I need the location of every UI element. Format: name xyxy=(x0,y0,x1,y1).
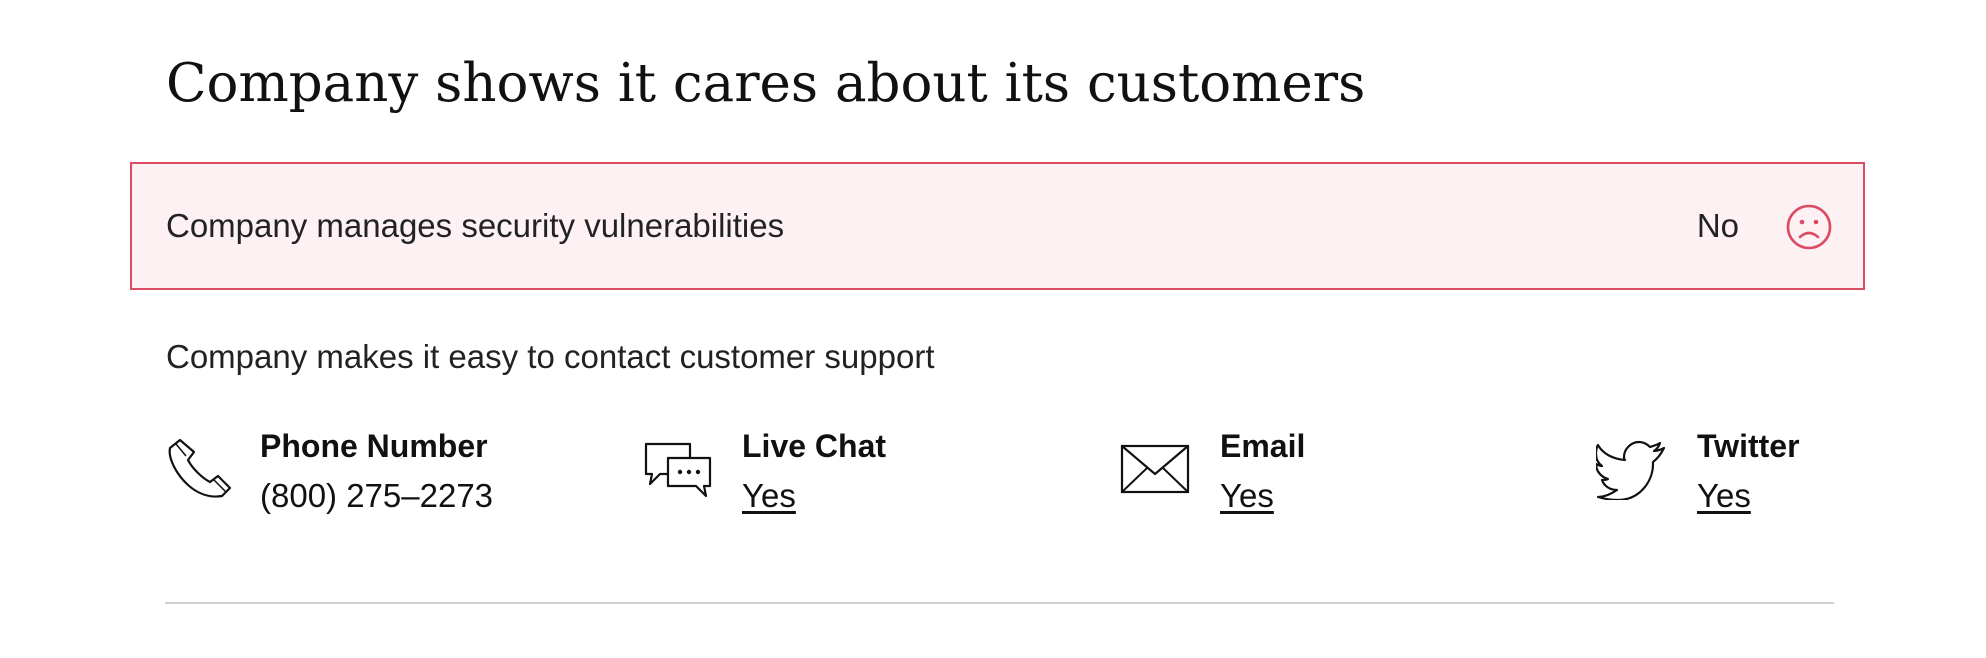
envelope-icon xyxy=(1120,444,1190,494)
contact-live-chat: Live Chat Yes xyxy=(642,422,962,522)
phone-number-value: (800) 275–2273 xyxy=(260,477,494,514)
live-chat-title: Live Chat xyxy=(742,428,887,464)
sad-face-icon xyxy=(1786,204,1832,250)
contact-phone: Phone Number (800) 275–2273 xyxy=(166,422,566,522)
live-chat-yes-link[interactable]: Yes xyxy=(742,474,796,518)
customer-support-label: Company makes it easy to contact custome… xyxy=(166,338,935,375)
email-yes-link[interactable]: Yes xyxy=(1220,474,1274,518)
twitter-bird-icon xyxy=(1596,440,1666,500)
email-title: Email xyxy=(1220,428,1306,464)
phone-icon xyxy=(168,438,232,498)
twitter-yes-link[interactable]: Yes xyxy=(1697,474,1751,518)
twitter-title: Twitter xyxy=(1697,428,1800,464)
contact-email: Email Yes xyxy=(1119,422,1439,522)
security-vulnerabilities-row: Company manages security vulnerabilities… xyxy=(130,162,1865,290)
section-title: Company shows it cares about its custome… xyxy=(166,53,1366,114)
chat-bubbles-icon xyxy=(644,442,712,498)
phone-number-title: Phone Number xyxy=(260,428,488,464)
section-divider xyxy=(165,602,1834,604)
security-vulnerabilities-label: Company manages security vulnerabilities xyxy=(166,207,785,244)
security-vulnerabilities-answer: No xyxy=(1696,207,1739,244)
contact-twitter: Twitter Yes xyxy=(1596,422,1896,522)
